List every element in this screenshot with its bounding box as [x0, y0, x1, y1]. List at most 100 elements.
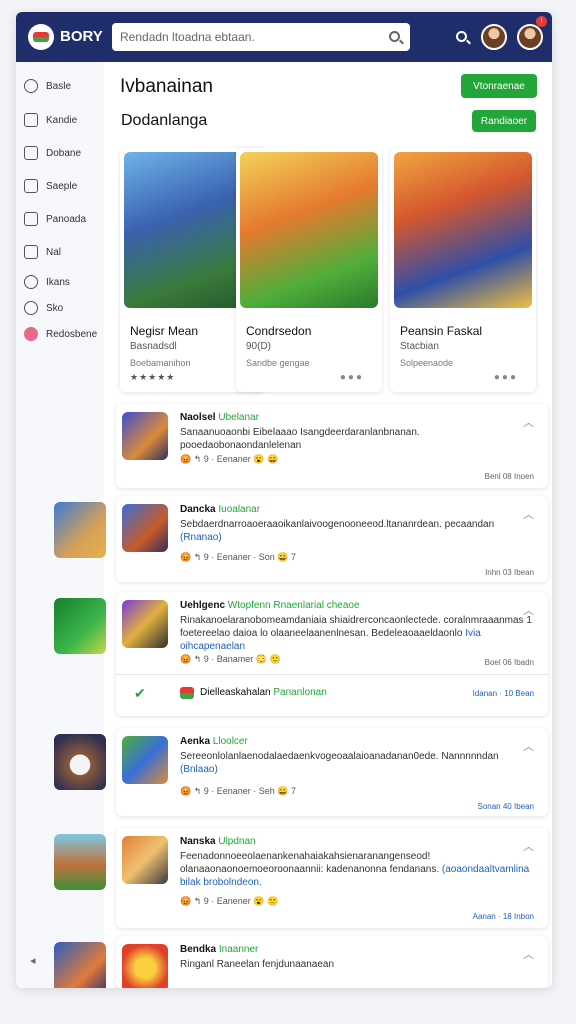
- side-game-thumb[interactable]: [54, 598, 106, 654]
- section-button[interactable]: Randiaoer: [472, 110, 536, 132]
- clock-icon: [24, 275, 38, 289]
- post-body: Sebdaerdnarroaoeraaoikanlaivoogenooneeod…: [180, 518, 535, 544]
- search-icon[interactable]: [389, 31, 400, 42]
- sidebar-item-label: Kandie: [46, 114, 78, 126]
- chevron-up-icon[interactable]: ︿: [523, 838, 534, 854]
- edit-icon: [24, 113, 38, 127]
- post-thumbnail: [122, 836, 168, 884]
- post-time: Boel 06 Ibadn: [484, 658, 534, 667]
- post-reactions[interactable]: 😡 ↰ 9 · Eenaner 😮 😀: [180, 454, 278, 465]
- author-name: Dancka: [180, 504, 216, 515]
- search-box[interactable]: [112, 23, 410, 51]
- sidebar-item-saeple[interactable]: Saeple: [24, 176, 77, 196]
- profile-icon: [24, 327, 38, 341]
- post-thumbnail: [122, 504, 168, 552]
- sidebar-item-kandie[interactable]: Kandie: [24, 110, 77, 130]
- notification-badge: !: [536, 16, 547, 27]
- post-time: Inhn 03 Ibean: [485, 568, 534, 577]
- post-card[interactable]: Naolsel Ubelanar Sanaanuoaonbi Eibelaaao…: [116, 404, 548, 488]
- post-body-text: Feenadonnoeeolaenankenahaiakahsienaranan…: [180, 851, 440, 875]
- post-link[interactable]: (Rnanao): [180, 532, 222, 543]
- reply-time: Idanan · 10 Bean: [472, 689, 534, 698]
- sidebar-item-redosbene[interactable]: Redosbene: [24, 324, 97, 344]
- game-cover: [240, 152, 378, 308]
- pencil-icon: [24, 179, 38, 193]
- more-dots-icon[interactable]: ●●●: [340, 372, 364, 383]
- header-search-icon[interactable]: [456, 31, 467, 42]
- section-title: Dodanlanga: [121, 112, 208, 129]
- post-author: Naolsel Ubelanar: [180, 412, 259, 423]
- check-icon: ✔: [134, 685, 146, 701]
- chevron-up-icon[interactable]: ︿: [523, 414, 534, 430]
- author-name: Nanska: [180, 836, 216, 847]
- sidebar-item-basle[interactable]: Basle: [24, 76, 71, 96]
- post-card[interactable]: Nanska Ulpdnan Feenadonnoeeolaenankenaha…: [116, 828, 548, 928]
- card-meta: Boebamanihon: [130, 358, 191, 368]
- post-body: Feenadonnoeeolaenankenahaiakahsienaranan…: [180, 850, 535, 889]
- sidebar-item-nal[interactable]: Nal: [24, 242, 61, 262]
- chevron-up-icon[interactable]: ︿: [523, 946, 534, 962]
- sidebar-item-label: Dobane: [46, 147, 82, 159]
- user-avatar[interactable]: [517, 24, 543, 50]
- game-card[interactable]: Condrsedon 90(D) Sandbe gengae ●●●: [236, 148, 382, 392]
- sidebar-item-label: Sko: [46, 302, 64, 314]
- app-logo[interactable]: [28, 24, 54, 50]
- sidebar-item-label: Nal: [46, 246, 62, 258]
- primary-button[interactable]: Vtonraenae: [461, 74, 537, 98]
- author-tag: Inaanner: [218, 944, 259, 955]
- sidebar-item-label: Panoada: [46, 213, 87, 225]
- reply-row[interactable]: ✔ Dielleaskahalan Pananlonan Idanan · 10…: [116, 674, 548, 714]
- top-bar: BORY !: [16, 12, 552, 62]
- app-name: BORY: [60, 28, 103, 45]
- search-icon: [24, 301, 38, 315]
- search-input[interactable]: [120, 23, 380, 51]
- post-reactions[interactable]: 😡 ↰ 9 · Banamer 😳 🙂: [180, 654, 281, 665]
- chevron-up-icon[interactable]: ︿: [523, 602, 534, 618]
- sidebar-item-dobane[interactable]: Dobane: [24, 143, 81, 163]
- sidebar-item-label: Ikans: [46, 276, 70, 288]
- search-icon: [24, 79, 38, 93]
- post-body: Ringanl Raneelan fenjdunaanaean: [180, 959, 335, 970]
- post-thumbnail: [122, 736, 168, 784]
- side-game-thumb[interactable]: [54, 834, 106, 890]
- game-card[interactable]: Peansin Faskal Stacbian Solpeenaode ●●●: [390, 148, 536, 392]
- author-name: Bendka: [180, 944, 217, 955]
- collapse-icon[interactable]: ◂: [30, 954, 36, 967]
- reply-tag: Pananlonan: [273, 687, 327, 698]
- sidebar-item-panoada[interactable]: Panoada: [24, 209, 86, 229]
- more-dots-icon[interactable]: ●●●: [494, 372, 518, 383]
- reply-text: Dielleaskahalan Pananlonan: [200, 687, 327, 698]
- sidebar-item-ikans[interactable]: Ikans: [24, 272, 70, 292]
- post-card[interactable]: Uehlgenc Wtopfenn Rnaenlarial cheaoe Rin…: [116, 592, 548, 716]
- post-author: Aenka Lloolcer: [180, 736, 248, 747]
- author-tag: Ulpdnan: [218, 836, 256, 847]
- post-thumbnail: [122, 600, 168, 648]
- post-reactions[interactable]: 😡 ↰ 9 · Eenaner · Son 😀 7: [180, 552, 296, 563]
- sidebar-item-label: Saeple: [46, 180, 78, 192]
- post-link[interactable]: (Bnlaao): [180, 764, 218, 775]
- chevron-up-icon[interactable]: ︿: [523, 506, 534, 522]
- side-game-thumb[interactable]: [54, 942, 106, 988]
- author-tag: Wtopfenn Rnaenlarial cheaoe: [227, 600, 360, 611]
- main-content: Ivbanainan Vtonraenae Dodanlanga Randiao…: [104, 62, 552, 988]
- side-game-thumb[interactable]: [54, 734, 106, 790]
- post-reactions[interactable]: 😡 ↰ 9 · Eenaner · Seh 😀 7: [180, 786, 296, 797]
- post-reactions[interactable]: 😡 ↰ 9 · Eanener 😮 🙁: [180, 896, 278, 907]
- post-card[interactable]: Bendka Inaanner Ringanl Raneelan fenjdun…: [116, 936, 548, 988]
- document-icon: [24, 146, 38, 160]
- post-author: Nanska Ulpdnan: [180, 836, 256, 847]
- author-tag: Iuoalanar: [218, 504, 261, 515]
- post-thumbnail: [122, 944, 168, 988]
- side-game-thumb[interactable]: [54, 502, 106, 558]
- card-title: Negisr Mean: [130, 324, 199, 338]
- reply-author: Dielleaskahalan: [200, 687, 271, 698]
- rating-stars: ★★★★★: [130, 372, 176, 382]
- sidebar-item-sko[interactable]: Sko: [24, 298, 63, 318]
- post-author: Bendka Inaanner: [180, 944, 258, 955]
- post-thumbnail: [122, 412, 168, 460]
- chevron-up-icon[interactable]: ︿: [523, 738, 534, 754]
- post-card[interactable]: Aenka Lloolcer Sereeonlolanlaenodalaedae…: [116, 728, 548, 816]
- post-card[interactable]: Dancka Iuoalanar Sebdaerdnarroaoeraaoika…: [116, 496, 548, 582]
- card-title: Peansin Faskal: [400, 324, 483, 338]
- friend-avatar[interactable]: [481, 24, 507, 50]
